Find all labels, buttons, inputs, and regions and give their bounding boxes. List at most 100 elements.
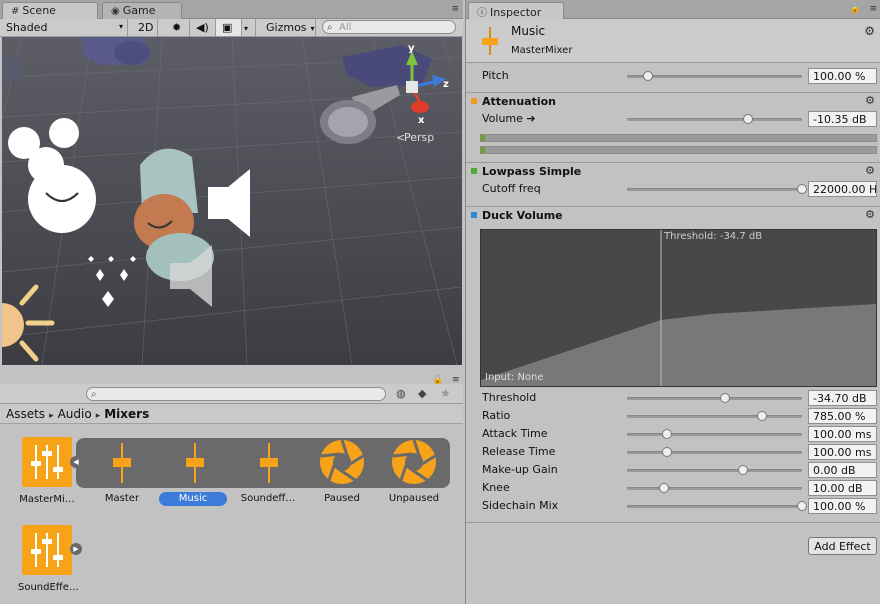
perspective-label: Persp <box>404 131 434 144</box>
tab-inspector[interactable]: ⓘ Inspector <box>468 2 564 19</box>
gear-icon[interactable]: ⚙ <box>864 24 875 38</box>
level-meter-right <box>480 146 877 154</box>
shading-mode-dropdown[interactable]: Shaded ▾ <box>0 19 128 36</box>
snapshot-label: Soundeff… <box>240 493 296 504</box>
cutoff-freq-slider[interactable] <box>627 184 807 194</box>
section-divider <box>466 522 880 523</box>
snapshot-label: Unpaused <box>388 493 440 504</box>
slider-knob[interactable] <box>643 71 653 81</box>
slider-knob[interactable] <box>737 465 748 475</box>
pitch-value-field[interactable]: 100.00 % <box>808 68 877 84</box>
knee-slider[interactable] <box>627 483 802 493</box>
tab-game[interactable]: ◉ Game <box>102 2 182 19</box>
input-graph-label: Input: None <box>485 372 544 383</box>
fader-icon <box>186 443 204 483</box>
level-meter-left <box>480 134 877 142</box>
duck-volume-section-header[interactable]: Duck Volume ⚙ <box>466 206 880 223</box>
cutoff-freq-value-field[interactable]: 22000.00 H <box>808 181 877 197</box>
gizmos-dropdown[interactable]: Gizmos ▾ <box>260 19 316 36</box>
add-effect-button[interactable]: Add Effect <box>808 537 877 555</box>
volume-slider[interactable] <box>627 114 802 124</box>
pitch-slider[interactable] <box>627 71 802 81</box>
sidechain-mix-slider[interactable] <box>627 501 807 511</box>
snapshot-soundeffects[interactable] <box>255 439 283 487</box>
attack-time-slider[interactable] <box>627 429 802 439</box>
snapshot-unpaused[interactable] <box>390 438 438 486</box>
makeup-gain-value-field[interactable]: 0.00 dB <box>808 462 877 478</box>
ratio-value-field[interactable]: 785.00 % <box>808 408 877 424</box>
breadcrumb-assets[interactable]: Assets <box>6 407 45 421</box>
scene-audio-toggle[interactable]: ◀) <box>190 19 216 36</box>
lock-icon[interactable]: 🔒 <box>850 4 861 14</box>
effects-dropdown-button[interactable]: ▾ <box>242 19 256 36</box>
gizmo-z-label: z <box>443 79 449 90</box>
snapshot-label: Paused <box>324 493 360 504</box>
attack-time-row: Attack Time 100.00 ms <box>466 425 880 443</box>
audio-mixer-icon <box>22 525 72 575</box>
tab-scene[interactable]: # Scene <box>2 2 98 19</box>
dropdown-arrow-icon: ▾ <box>310 24 315 33</box>
slider-knob[interactable] <box>797 501 807 511</box>
snapshot-master[interactable] <box>108 439 136 487</box>
attack-time-value-field[interactable]: 100.00 ms <box>808 426 877 442</box>
scene-render: y z x < Persp <box>2 37 462 365</box>
sidechain-mix-row: Sidechain Mix 100.00 % <box>466 497 880 515</box>
duck-volume-curve-graph[interactable]: Threshold: -34.7 dB Input: None <box>480 229 877 387</box>
scene-search-input[interactable]: ⌕ All <box>322 20 456 34</box>
breadcrumb-audio[interactable]: Audio <box>58 407 92 421</box>
gear-icon[interactable]: ⚙ <box>865 164 875 177</box>
release-time-value-field[interactable]: 100.00 ms <box>808 444 877 460</box>
fader-icon <box>482 27 498 55</box>
breadcrumb-mixers[interactable]: Mixers <box>104 407 149 421</box>
project-toolbar: ⌕ ◍ ◆ ★ <box>0 384 463 404</box>
slider-knob[interactable] <box>658 483 669 493</box>
slider-knob[interactable] <box>742 114 753 124</box>
knee-value-field[interactable]: 10.00 dB <box>808 480 877 496</box>
scene-lighting-toggle[interactable]: ✹ <box>166 19 190 36</box>
slider-knob[interactable] <box>720 393 730 403</box>
search-icon: ⌕ <box>91 389 97 400</box>
panel-menu-icon[interactable]: ≡ <box>451 4 459 14</box>
audio-mixer-icon <box>22 437 72 487</box>
expand-arrow-icon[interactable]: ▶ <box>70 543 82 555</box>
scene-panel: # Scene ◉ Game ≡ Shaded ▾ 2D ✹ ◀) ▣ ▾ Gizmo… <box>0 0 463 368</box>
effect-color-swatch <box>471 212 477 218</box>
project-search-input[interactable]: ⌕ <box>86 387 386 401</box>
dropdown-arrow-icon: ▾ <box>244 24 249 33</box>
scene-effects-toggle[interactable]: ▣ <box>216 19 242 36</box>
release-time-slider[interactable] <box>627 447 802 457</box>
sidechain-mix-value-field[interactable]: 100.00 % <box>808 498 877 514</box>
threshold-slider[interactable] <box>627 393 802 403</box>
meter-fill <box>481 135 485 141</box>
pitch-row: Pitch 100.00 % <box>466 67 880 85</box>
gear-icon[interactable]: ⚙ <box>865 208 875 221</box>
makeup-gain-slider[interactable] <box>627 465 802 475</box>
fader-icon <box>260 443 278 483</box>
filter-by-type-icon[interactable]: ◍ <box>396 387 406 400</box>
slider-knob[interactable] <box>797 184 807 194</box>
attenuation-section-header[interactable]: Attenuation ⚙ <box>466 92 880 109</box>
lowpass-section-header[interactable]: Lowpass Simple ⚙ <box>466 162 880 179</box>
panel-menu-icon[interactable]: ≡ <box>869 4 877 14</box>
ratio-slider[interactable] <box>627 411 802 421</box>
mixer-asset-mastermixer[interactable]: MasterMi… <box>18 437 76 505</box>
slider-knob[interactable] <box>756 411 767 421</box>
snapshot-paused[interactable] <box>318 438 366 486</box>
expand-arrow-icon[interactable]: ◀ <box>70 456 82 468</box>
scene-viewport[interactable]: y z x < Persp <box>2 37 462 365</box>
slider-knob[interactable] <box>662 429 673 439</box>
scene-toolbar: Shaded ▾ 2D ✹ ◀) ▣ ▾ Gizmos ▾ ⌕ All <box>0 19 463 37</box>
project-panel: 🔒 ≡ ⌕ ◍ ◆ ★ Assets ▸ Audio ▸ Mixers MasterMi… <box>0 373 463 604</box>
gear-icon[interactable]: ⚙ <box>865 94 875 107</box>
scene-tab-strip: # Scene ◉ Game ≡ <box>0 0 463 19</box>
inspector-tab-strip: ⓘ Inspector 🔒 ≡ <box>466 0 880 19</box>
threshold-value-field[interactable]: -34.70 dB <box>808 390 877 406</box>
2d-toggle-button[interactable]: 2D <box>132 19 158 36</box>
volume-value-field[interactable]: -10.35 dB <box>808 111 877 127</box>
favorite-star-icon[interactable]: ★ <box>440 386 451 400</box>
mixer-asset-soundeffects[interactable]: SoundEffe… <box>18 525 79 593</box>
slider-knob[interactable] <box>662 447 673 457</box>
scene-grid-icon: # <box>11 6 20 17</box>
filter-by-label-icon[interactable]: ◆ <box>418 387 426 400</box>
snapshot-music[interactable] <box>181 439 209 487</box>
